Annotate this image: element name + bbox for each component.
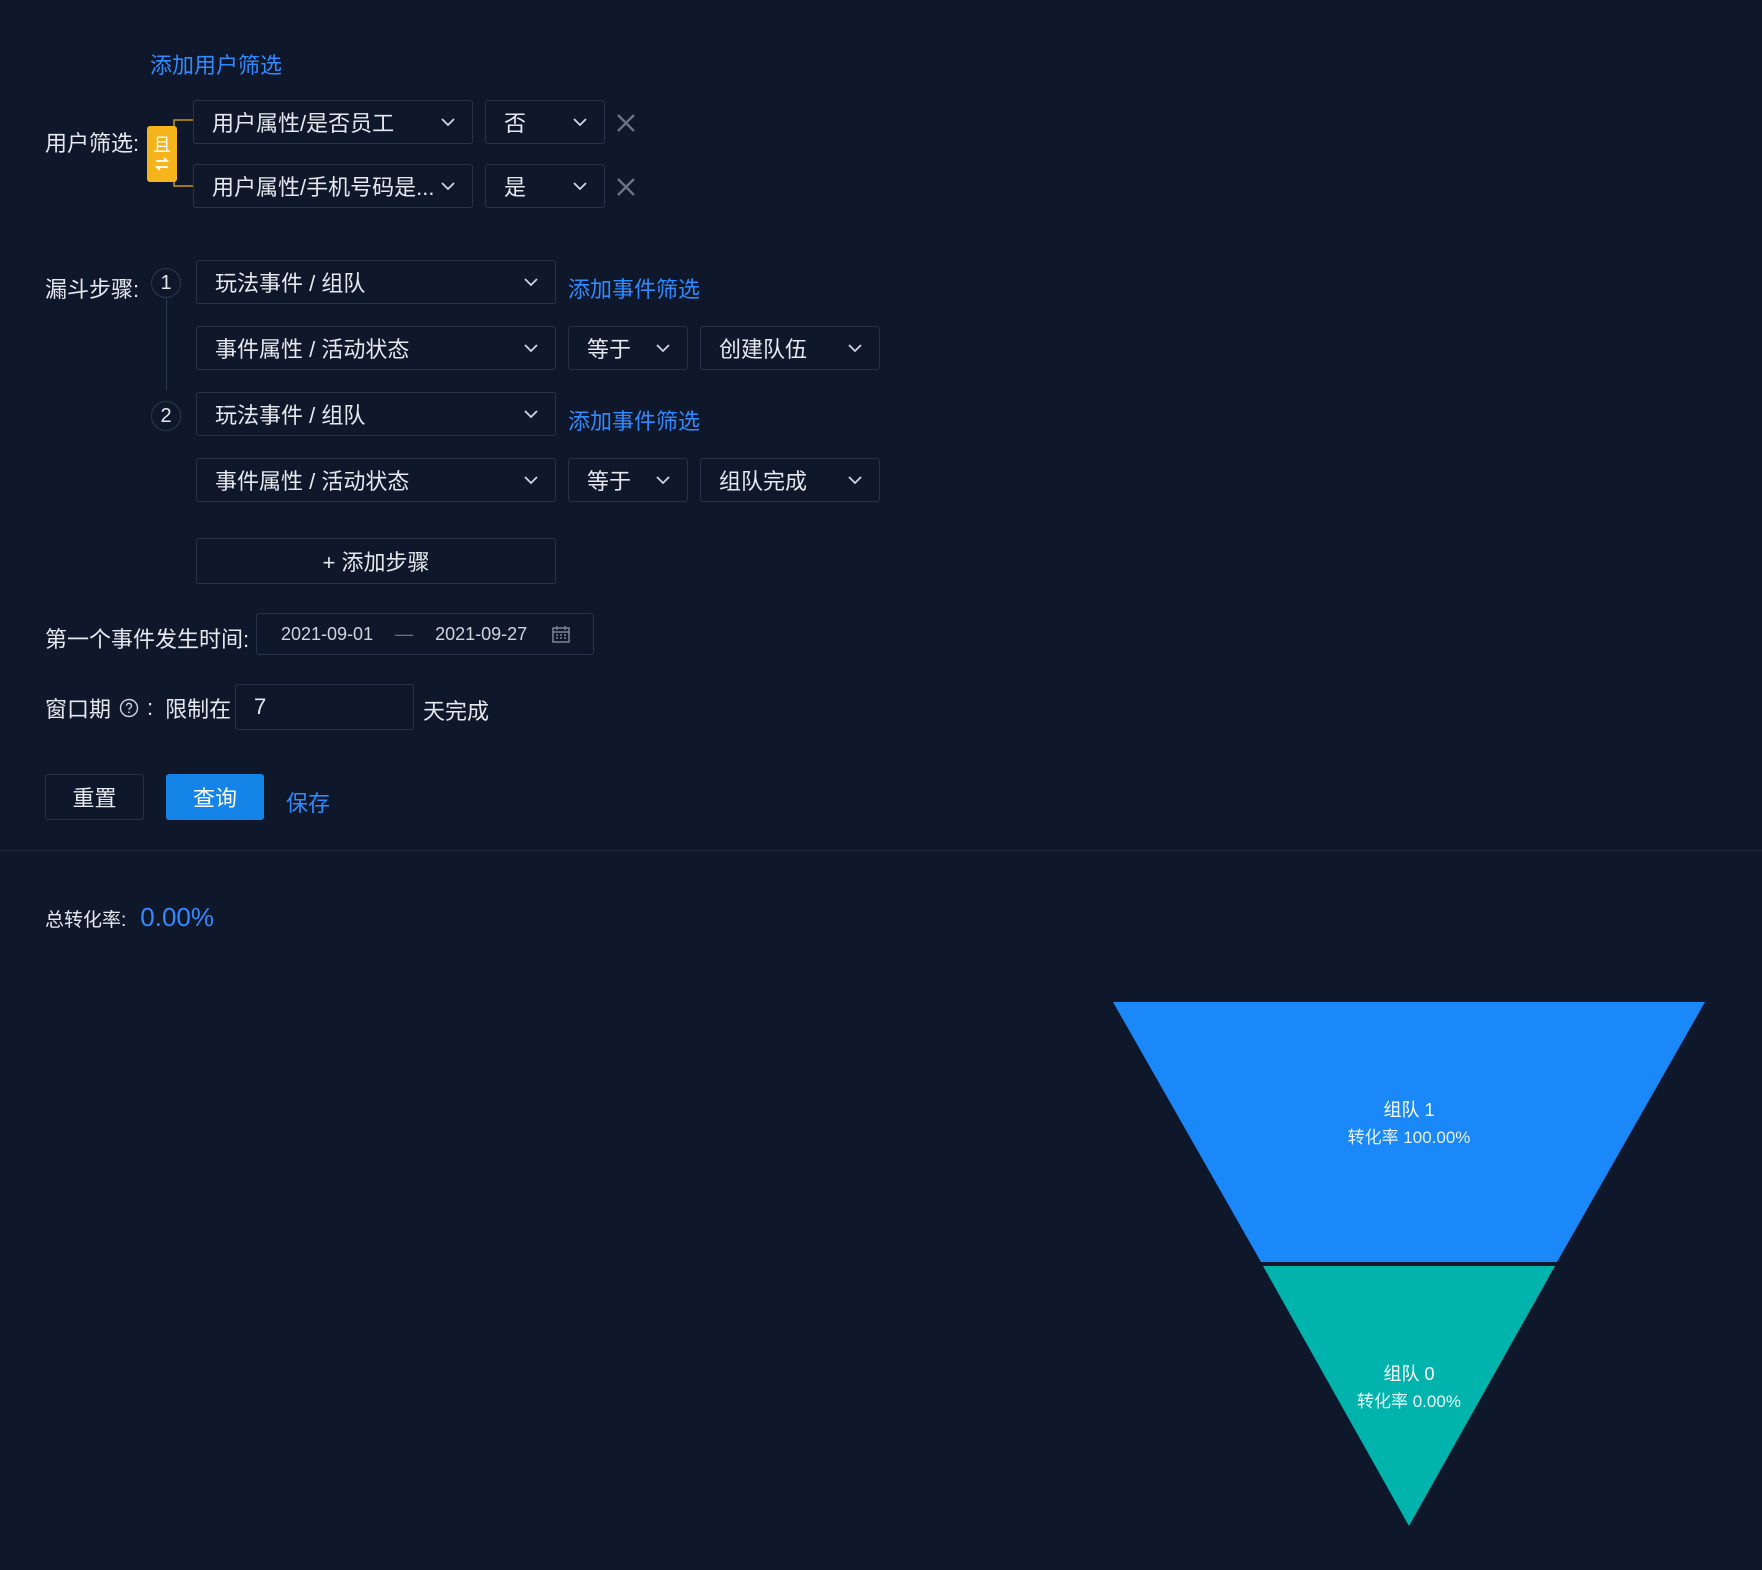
chevron-down-icon <box>656 476 670 485</box>
step-attr-text-2: 事件属性 / 活动状态 <box>215 469 410 494</box>
date-range-picker[interactable]: 2021-09-01 — 2021-09-27 <box>256 613 594 655</box>
total-conversion: 总转化率: 0.00% <box>45 902 214 933</box>
step-operator-text-2: 等于 <box>587 469 632 494</box>
filter-value-text-1: 否 <box>504 111 527 136</box>
step-connector-line <box>166 298 167 390</box>
add-user-filter-link[interactable]: 添加用户筛选 <box>150 48 282 80</box>
filter-value-select-1[interactable]: 否 <box>485 100 605 144</box>
step-operator-text-1: 等于 <box>587 337 632 362</box>
funnel-steps-label: 漏斗步骤: <box>45 277 140 302</box>
add-event-filter-link-1[interactable]: 添加事件筛选 <box>568 272 700 304</box>
funnel-stage-1-label: 组队 1 <box>1383 1100 1434 1120</box>
chevron-down-icon <box>441 182 455 191</box>
window-period-row: 窗口期 : 限制在 <box>45 692 231 724</box>
step-number-2: 2 <box>151 401 181 431</box>
chevron-down-icon <box>441 118 455 127</box>
step-event-text-2: 玩法事件 / 组队 <box>215 403 366 428</box>
step-value-text-1: 创建队伍 <box>719 337 808 362</box>
funnel-stage-1-rate: 转化率 100.00% <box>1348 1128 1471 1147</box>
and-logic-toggle[interactable]: 且 <box>147 126 177 182</box>
first-event-time-label: 第一个事件发生时间: <box>45 627 250 652</box>
filter-property-text-1: 用户属性/是否员工 <box>212 111 395 136</box>
filter-property-select-1[interactable]: 用户属性/是否员工 <box>193 100 473 144</box>
chevron-down-icon <box>573 182 587 191</box>
funnel-stage-2-rate: 转化率 0.00% <box>1357 1392 1461 1411</box>
step-attr-text-1: 事件属性 / 活动状态 <box>215 337 410 362</box>
remove-filter-icon-1[interactable] <box>613 110 639 136</box>
step-operator-select-1[interactable]: 等于 <box>568 326 688 370</box>
save-link[interactable]: 保存 <box>286 786 330 818</box>
logic-badge-text: 且 <box>153 135 171 155</box>
filter-value-select-2[interactable]: 是 <box>485 164 605 208</box>
step-value-select-2[interactable]: 组队完成 <box>700 458 880 502</box>
chevron-down-icon <box>848 476 862 485</box>
window-period-label: 窗口期 <box>45 697 112 722</box>
step-operator-select-2[interactable]: 等于 <box>568 458 688 502</box>
funnel-chart: 组队 1 转化率 100.00% 组队 0 转化率 0.00% <box>1113 1002 1705 1526</box>
help-icon[interactable] <box>119 698 139 718</box>
total-conversion-label: 总转化率: <box>45 910 127 931</box>
user-filter-label: 用户筛选: <box>45 131 140 156</box>
step-event-select-2[interactable]: 玩法事件 / 组队 <box>196 392 556 436</box>
query-button[interactable]: 查询 <box>166 774 264 820</box>
step-value-text-2: 组队完成 <box>719 469 808 494</box>
swap-icon <box>154 157 170 171</box>
total-conversion-value: 0.00% <box>140 902 215 932</box>
chevron-down-icon <box>573 118 587 127</box>
end-date: 2021-09-27 <box>435 623 528 644</box>
chevron-down-icon <box>524 278 538 287</box>
date-separator: — <box>395 623 414 644</box>
window-colon: : <box>147 695 154 720</box>
filter-property-text-2: 用户属性/手机号码是... <box>212 175 435 200</box>
chevron-down-icon <box>524 410 538 419</box>
add-step-button[interactable]: + 添加步骤 <box>196 538 556 584</box>
window-days-input[interactable]: 7 <box>235 684 414 730</box>
filter-value-text-2: 是 <box>504 175 527 200</box>
add-event-filter-link-2[interactable]: 添加事件筛选 <box>568 404 700 436</box>
days-complete-label: 天完成 <box>423 699 490 724</box>
step-attr-select-2[interactable]: 事件属性 / 活动状态 <box>196 458 556 502</box>
window-days-value: 7 <box>254 694 267 719</box>
remove-filter-icon-2[interactable] <box>613 174 639 200</box>
funnel-stage-2-label: 组队 0 <box>1383 1364 1434 1384</box>
reset-button[interactable]: 重置 <box>45 774 144 820</box>
limit-label: 限制在 <box>165 697 232 722</box>
step-number-1: 1 <box>151 268 181 298</box>
calendar-icon <box>552 626 570 643</box>
chevron-down-icon <box>848 344 862 353</box>
section-divider <box>0 850 1762 851</box>
start-date: 2021-09-01 <box>281 623 374 644</box>
chevron-down-icon <box>524 344 538 353</box>
step-event-text-1: 玩法事件 / 组队 <box>215 271 366 296</box>
step-value-select-1[interactable]: 创建队伍 <box>700 326 880 370</box>
filter-property-select-2[interactable]: 用户属性/手机号码是... <box>193 164 473 208</box>
step-event-select-1[interactable]: 玩法事件 / 组队 <box>196 260 556 304</box>
step-attr-select-1[interactable]: 事件属性 / 活动状态 <box>196 326 556 370</box>
chevron-down-icon <box>524 476 538 485</box>
chevron-down-icon <box>656 344 670 353</box>
